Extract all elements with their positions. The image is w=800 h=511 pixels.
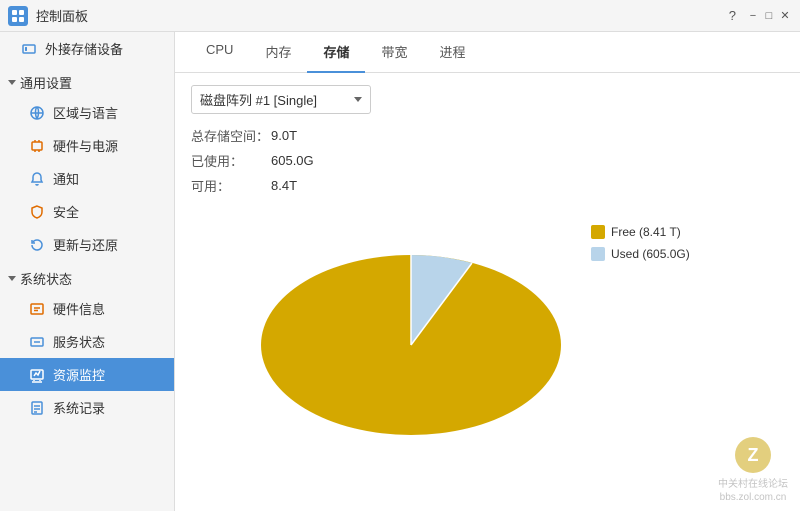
help-button[interactable]: ? <box>729 8 736 23</box>
dropdown-arrow-icon <box>354 97 362 102</box>
tab-cpu[interactable]: CPU <box>190 32 249 73</box>
pie-chart <box>251 215 571 435</box>
legend-used: Used (605.0G) <box>591 247 690 261</box>
watermark-line1: 中关村在线论坛 <box>718 475 788 490</box>
available-value: 8.4T <box>271 178 297 193</box>
sidebar-label-resource-monitor: 资源监控 <box>53 365 105 384</box>
sidebar-label-general: 通用设置 <box>20 73 72 92</box>
system-log-icon <box>28 399 46 417</box>
sidebar-item-region[interactable]: 区域与语言 <box>0 96 174 129</box>
sidebar-item-notification[interactable]: 通知 <box>0 162 174 195</box>
total-label: 总存储空间： <box>191 126 271 145</box>
stat-total: 总存储空间： 9.0T <box>191 126 784 145</box>
chevron-down-icon <box>8 80 16 85</box>
pie-chart-container <box>251 215 571 438</box>
sidebar-section-system[interactable]: 系统状态 <box>0 261 174 292</box>
minimize-button[interactable]: − <box>746 9 760 23</box>
window-controls: − □ ✕ <box>746 9 792 23</box>
tab-process[interactable]: 进程 <box>424 32 482 73</box>
legend-free-color <box>591 225 605 239</box>
legend-used-label: Used (605.0G) <box>611 247 690 261</box>
stat-available: 可用： 8.4T <box>191 176 784 195</box>
chevron-down-icon-2 <box>8 276 16 281</box>
watermark-line2: bbs.zol.com.cn <box>720 492 787 503</box>
app-icon <box>8 6 28 26</box>
sidebar-label-service: 服务状态 <box>53 332 105 351</box>
legend: Free (8.41 T) Used (605.0G) <box>591 225 690 261</box>
hardware-icon <box>28 137 46 155</box>
storage-panel: 磁盘阵列 #1 [Single] 总存储空间： 9.0T 已使用： 605.0G… <box>175 73 800 511</box>
close-button[interactable]: ✕ <box>778 9 792 23</box>
watermark-logo: Z <box>735 437 771 473</box>
watermark: Z 中关村在线论坛 bbs.zol.com.cn <box>718 437 788 503</box>
sidebar-label-notification: 通知 <box>53 169 79 188</box>
sidebar-item-resource-monitor[interactable]: 资源监控 <box>0 358 174 391</box>
security-icon <box>28 203 46 221</box>
maximize-button[interactable]: □ <box>762 9 776 23</box>
sidebar-item-system-log[interactable]: 系统记录 <box>0 391 174 424</box>
sidebar-label-region: 区域与语言 <box>53 103 118 122</box>
notification-icon <box>28 170 46 188</box>
used-label: 已使用： <box>191 151 271 170</box>
content-area: CPU 内存 存储 带宽 进程 磁盘阵列 #1 [Single] 总存储空间： … <box>175 32 800 511</box>
dropdown-label: 磁盘阵列 #1 [Single] <box>200 90 346 109</box>
sidebar-label-system: 系统状态 <box>20 269 72 288</box>
hardware-info-icon <box>28 300 46 318</box>
tab-memory[interactable]: 内存 <box>249 32 307 73</box>
sidebar-label-system-log: 系统记录 <box>53 398 105 417</box>
sidebar-label-update: 更新与还原 <box>53 235 118 254</box>
external-storage-icon <box>20 40 38 58</box>
window-title: 控制面板 <box>36 6 729 25</box>
sidebar-label-hardware: 硬件与电源 <box>53 136 118 155</box>
legend-used-color <box>591 247 605 261</box>
tab-bar: CPU 内存 存储 带宽 进程 <box>175 32 800 73</box>
available-label: 可用： <box>191 176 271 195</box>
sidebar-item-external-storage[interactable]: 外接存储设备 <box>0 32 174 65</box>
title-bar: 控制面板 ? − □ ✕ <box>0 0 800 32</box>
sidebar-label-external-storage: 外接存储设备 <box>45 39 123 58</box>
stat-used: 已使用： 605.0G <box>191 151 784 170</box>
app-layout: 外接存储设备 通用设置 区域与语言 硬件与电源 <box>0 32 800 511</box>
service-icon <box>28 333 46 351</box>
region-icon <box>28 104 46 122</box>
tab-storage[interactable]: 存储 <box>307 32 365 73</box>
total-value: 9.0T <box>271 128 297 143</box>
sidebar-label-hardware-info: 硬件信息 <box>53 299 105 318</box>
sidebar-item-hardware-info[interactable]: 硬件信息 <box>0 292 174 325</box>
used-value: 605.0G <box>271 153 314 168</box>
sidebar-section-general[interactable]: 通用设置 <box>0 65 174 96</box>
tab-bandwidth[interactable]: 带宽 <box>365 32 423 73</box>
sidebar-item-update[interactable]: 更新与还原 <box>0 228 174 261</box>
legend-free: Free (8.41 T) <box>591 225 690 239</box>
sidebar-label-security: 安全 <box>53 202 79 221</box>
dropdown-row: 磁盘阵列 #1 [Single] <box>191 85 784 114</box>
legend-free-label: Free (8.41 T) <box>611 225 681 239</box>
sidebar: 外接存储设备 通用设置 区域与语言 硬件与电源 <box>0 32 175 511</box>
sidebar-item-hardware[interactable]: 硬件与电源 <box>0 129 174 162</box>
update-icon <box>28 236 46 254</box>
sidebar-item-security[interactable]: 安全 <box>0 195 174 228</box>
resource-monitor-icon <box>28 366 46 384</box>
sidebar-item-service[interactable]: 服务状态 <box>0 325 174 358</box>
disk-array-dropdown[interactable]: 磁盘阵列 #1 [Single] <box>191 85 371 114</box>
